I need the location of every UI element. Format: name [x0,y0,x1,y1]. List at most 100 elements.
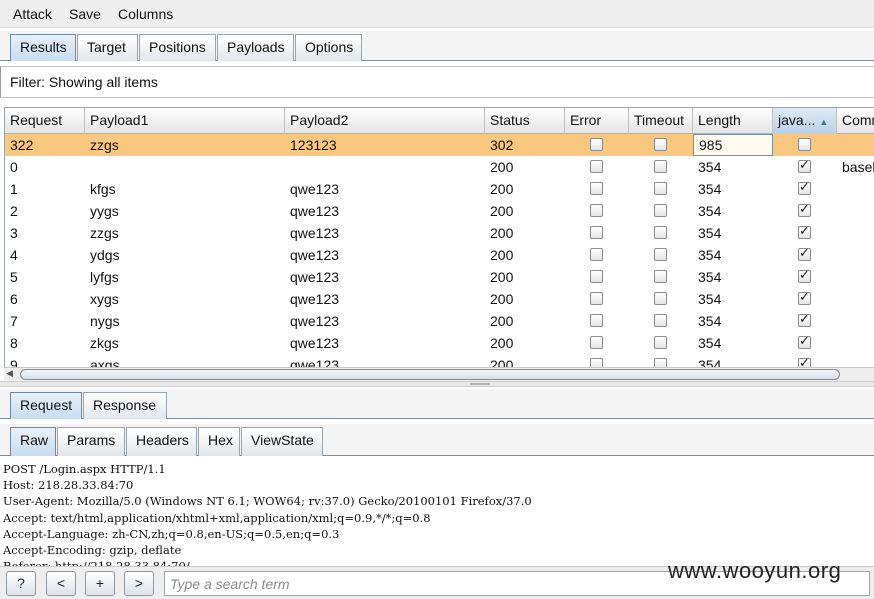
java-checkbox [798,158,811,173]
error-checkbox [590,160,603,173]
column-header-java[interactable]: java... ▲ [773,108,837,134]
cell-length: 354 [698,225,722,241]
table-row[interactable]: 1 kfgs qwe123 200 354 [5,178,874,200]
table-row[interactable]: 0 200 354 basel [5,156,874,178]
previous-button[interactable]: < [46,571,76,596]
column-header-timeout[interactable]: Timeout [629,108,693,134]
java-checkbox [798,180,811,195]
cell-payload2 [285,156,485,178]
table-row[interactable]: 6 xygs qwe123 200 354 [5,288,874,310]
cell-status: 200 [490,247,514,263]
scroll-left-icon[interactable]: ◀ [6,368,13,379]
column-header-payload2[interactable]: Payload2 [285,108,485,134]
column-header-payload1[interactable]: Payload1 [85,108,285,134]
tab-positions[interactable]: Positions [139,34,216,61]
cell-payload2: qwe123 [290,181,340,197]
cell-payload1: zzgs [90,137,119,153]
table-row[interactable]: 4 ydgs qwe123 200 354 [5,244,874,266]
raw-line: POST /Login.aspx HTTP/1.1 [3,462,166,476]
main-tab-bar: Results Target Positions Payloads Option… [0,31,874,61]
tab-target[interactable]: Target [77,34,138,61]
table-row[interactable]: 5 lyfgs qwe123 200 354 [5,266,874,288]
cell-status: 200 [490,269,514,285]
cell-comment [837,266,874,288]
cell-comment [837,134,874,156]
table-row[interactable]: 322 zzgs 123123 302 985 [5,134,874,156]
timeout-checkbox [654,182,667,195]
column-header-status[interactable]: Status [485,108,565,134]
java-checkbox [798,334,811,349]
cell-length: 354 [698,159,722,175]
cell-payload2: qwe123 [290,203,340,219]
table-row[interactable]: 8 zkgs qwe123 200 354 [5,332,874,354]
java-checkbox [798,224,811,239]
help-button[interactable]: ? [6,571,36,596]
menu-attack[interactable]: Attack [13,6,52,22]
cell-payload2: qwe123 [290,247,340,263]
tab-results[interactable]: Results [10,34,76,61]
cell-status: 200 [490,225,514,241]
cell-payload1 [85,156,285,178]
tab-response[interactable]: Response [83,392,167,419]
cell-comment [837,310,874,332]
column-header-comment[interactable]: Comm [837,108,874,134]
tab-headers[interactable]: Headers [126,427,197,456]
detail-tab-bar: Request Response [0,389,874,419]
next-button[interactable]: > [124,571,154,596]
column-header-length[interactable]: Length [693,108,773,134]
column-header-java-label: java... [778,112,816,128]
add-button[interactable]: + [85,571,115,596]
cell-payload2: qwe123 [290,225,340,241]
cell-payload1: yygs [90,203,119,219]
table-row[interactable]: 7 nygs qwe123 200 354 [5,310,874,332]
cell-request: 0 [10,159,18,175]
tab-viewstate[interactable]: ViewState [241,427,323,456]
cell-comment [837,200,874,222]
column-header-request[interactable]: Request [5,108,85,134]
timeout-checkbox [654,138,667,151]
tab-params[interactable]: Params [57,427,125,456]
tab-hex[interactable]: Hex [198,427,240,456]
cell-status: 200 [490,291,514,307]
cell-request: 7 [10,313,18,329]
cell-comment [837,288,874,310]
cell-payload2: qwe123 [290,269,340,285]
raw-request-editor[interactable]: POST /Login.aspx HTTP/1.1 Host: 218.28.33… [0,458,874,567]
tab-options[interactable]: Options [295,34,362,61]
scrollbar-thumb[interactable] [20,369,840,380]
timeout-checkbox [654,160,667,173]
cell-payload2: qwe123 [290,335,340,351]
table-horizontal-scrollbar[interactable]: ◀ [4,367,874,381]
menu-save[interactable]: Save [69,6,101,22]
timeout-checkbox [654,270,667,283]
raw-line: Accept-Encoding: gzip, deflate [3,543,182,558]
cell-request: 6 [10,291,18,307]
table-header: Request Payload1 Payload2 Status Error T… [5,108,874,134]
watermark: www.wooyun.org [668,558,842,583]
filter-text: Filter: Showing all items [10,74,158,90]
tab-payloads[interactable]: Payloads [217,34,294,61]
error-checkbox [590,270,603,283]
cell-comment [837,178,874,200]
cell-payload1: zzgs [90,225,119,241]
error-checkbox [590,182,603,195]
menu-columns[interactable]: Columns [118,6,173,22]
splitter-grip[interactable] [470,383,490,385]
cell-status: 200 [490,181,514,197]
cell-length: 354 [698,247,722,263]
raw-line: Accept: text/html,application/xhtml+xml,… [3,510,431,525]
sort-ascending-icon: ▲ [819,117,829,127]
tab-raw[interactable]: Raw [10,427,56,456]
error-checkbox [590,138,603,151]
tab-request[interactable]: Request [10,392,82,419]
pane-splitter[interactable] [0,381,874,387]
filter-bar[interactable]: Filter: Showing all items [0,66,874,98]
table-row[interactable]: 3 zzgs qwe123 200 354 [5,222,874,244]
cell-payload1: kfgs [90,181,116,197]
cell-length: 354 [698,335,722,351]
column-header-error[interactable]: Error [565,108,629,134]
java-checkbox [798,312,811,327]
timeout-checkbox [654,314,667,327]
table-row[interactable]: 2 yygs qwe123 200 354 [5,200,874,222]
cell-comment: basel [842,159,874,175]
